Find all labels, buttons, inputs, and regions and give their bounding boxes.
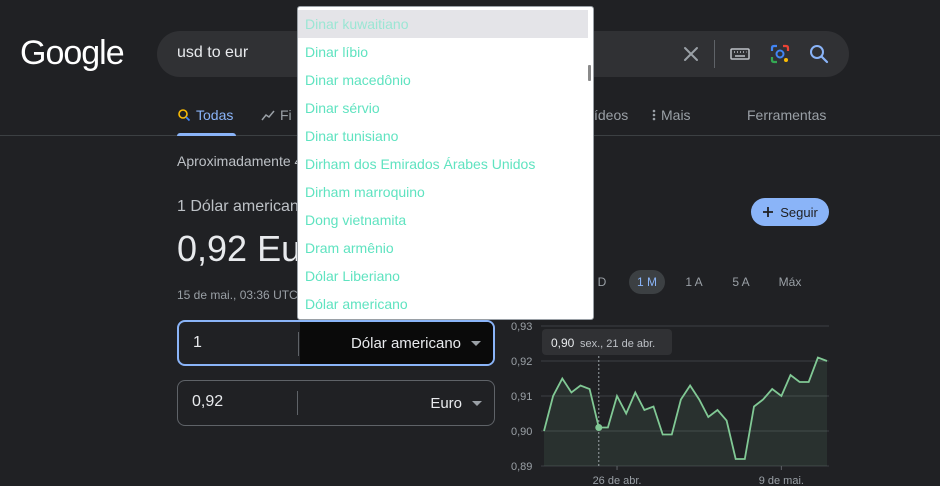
to-currency-box: 0,92 Euro [177, 380, 495, 426]
range-1m[interactable]: 1 M [629, 270, 665, 294]
from-currency-label: Dólar americano [350, 334, 461, 352]
chart-y-tick-label: 0,93 [511, 321, 532, 333]
dropdown-option[interactable]: Dinar macedônio [298, 66, 588, 94]
to-currency-label: Euro [430, 394, 462, 412]
dropdown-option[interactable]: Dólar americano [298, 290, 588, 318]
chart-y-tick-label: 0,90 [511, 426, 532, 438]
chart-tooltip-value: 0,90 [551, 336, 575, 350]
range-max[interactable]: Máx [772, 270, 808, 294]
dropdown-option[interactable]: Dong vietnamita [298, 206, 588, 234]
follow-button[interactable]: Seguir [751, 198, 829, 226]
dropdown-option[interactable]: Dinar tunisiano [298, 122, 588, 150]
clear-icon[interactable] [679, 42, 703, 66]
range-5a[interactable]: 5 A [725, 270, 757, 294]
dropdown-option[interactable]: Dinar kuwaitiano [298, 10, 588, 38]
from-currency-select[interactable]: Dólar americano [300, 322, 493, 364]
chart-x-tick-label: 26 de abr. [593, 475, 642, 486]
tab-financas[interactable]: Fi [261, 107, 292, 123]
google-logo[interactable]: Google [20, 34, 125, 73]
conversion-result: 0,92 Eu [177, 228, 302, 269]
chart-y-tick-label: 0,91 [511, 391, 532, 403]
dropdown-option[interactable]: Dinar sérvio [298, 94, 588, 122]
from-amount-input[interactable]: 1 [193, 334, 202, 352]
dropdown-option[interactable]: Dram armênio [298, 234, 588, 262]
tools-button[interactable]: Ferramentas [747, 107, 826, 123]
tab-mais[interactable]: Mais [652, 107, 691, 123]
conversion-timestamp: 15 de mai., 03:36 UTC [177, 288, 298, 302]
results-count: Aproximadamente 4 [177, 153, 303, 169]
dropdown-option[interactable]: Dirham marroquino [298, 178, 588, 206]
currency-dropdown-list[interactable]: Dinar kuwaitiano Dinar líbio Dinar macedôn… [297, 6, 594, 320]
dropdown-option[interactable]: Dólar Liberiano [298, 262, 588, 290]
more-dots-icon [652, 109, 656, 121]
search-icon[interactable] [807, 42, 831, 66]
finance-icon [261, 110, 275, 121]
exchange-rate-chart[interactable]: 0,93 0,92 0,91 0,90 0,89 0,90 sex., 21 de abr.… [505, 318, 835, 486]
to-divider [297, 391, 298, 415]
lens-icon[interactable] [768, 42, 792, 66]
dropdown-option[interactable]: Dirham dos Emirados Árabes Unidos [298, 150, 588, 178]
tab-videos[interactable]: ídeos [594, 107, 628, 123]
from-divider [298, 332, 299, 356]
active-tab-indicator [177, 133, 236, 136]
search-tab-icon [178, 109, 191, 122]
chart-y-tick-label: 0,92 [511, 356, 532, 368]
dropdown-option[interactable]: Dinar líbio [298, 38, 588, 66]
range-1a[interactable]: 1 A [678, 270, 710, 294]
chevron-down-icon [471, 340, 481, 346]
plus-icon [763, 207, 774, 217]
chart-tooltip-date: sex., 21 de abr. [580, 338, 655, 350]
tab-todas[interactable]: Todas [177, 107, 233, 123]
chart-tooltip-dot [595, 424, 603, 431]
search-input[interactable]: usd to eur [177, 44, 248, 62]
dropdown-scrollbar[interactable] [588, 65, 591, 81]
to-currency-select[interactable]: Euro [299, 381, 494, 425]
chart-x-tick-label: 9 de mai. [759, 475, 804, 486]
search-divider [714, 40, 715, 68]
conversion-from-text: 1 Dólar american [177, 198, 299, 215]
keyboard-icon[interactable] [728, 42, 752, 66]
from-currency-box: 1 Dólar americano [177, 320, 495, 366]
to-amount-input[interactable]: 0,92 [192, 393, 223, 411]
chart-area [544, 357, 827, 466]
chart-y-tick-label: 0,89 [511, 461, 532, 473]
chevron-down-icon [472, 400, 482, 406]
